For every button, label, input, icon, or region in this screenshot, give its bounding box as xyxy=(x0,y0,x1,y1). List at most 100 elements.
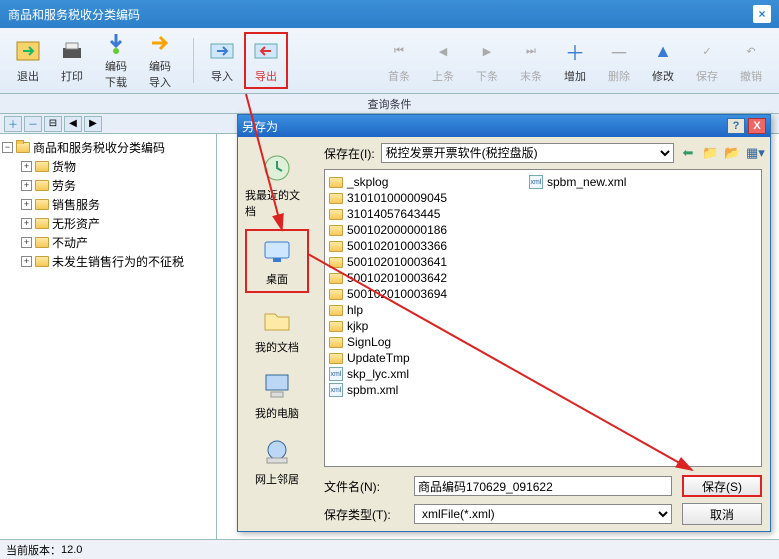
file-list[interactable]: _skplog310101000009045310140576434455001… xyxy=(324,169,762,467)
prev-record-button[interactable]: ◀上条 xyxy=(421,32,465,89)
edit-icon: ▲ xyxy=(649,37,677,65)
filetype-select[interactable]: xmlFile(*.xml) xyxy=(414,504,672,524)
tree-remove-button[interactable]: － xyxy=(24,116,42,132)
filename-label: 文件名(N): xyxy=(324,478,404,495)
tree-item[interactable]: +劳务 xyxy=(2,176,214,195)
version-value: 12.0 xyxy=(61,544,82,556)
dialog-help-button[interactable]: ? xyxy=(727,118,745,134)
tree-item[interactable]: +销售服务 xyxy=(2,195,214,214)
folder-icon xyxy=(329,177,343,188)
file-item[interactable]: xmlspbm.xml xyxy=(329,382,509,398)
code-import-icon xyxy=(146,31,174,55)
places-bar: 我最近的文档 桌面 我的文档 我的电脑 网上邻居 xyxy=(238,137,316,531)
import-button[interactable]: 导入 xyxy=(200,32,244,89)
download-icon xyxy=(102,31,130,55)
tree-next-button[interactable]: ▶ xyxy=(84,116,102,132)
save-in-label: 保存在(I): xyxy=(324,145,375,162)
tree-add-button[interactable]: ＋ xyxy=(4,116,22,132)
mydocs-icon xyxy=(260,303,294,337)
save-file-button[interactable]: 保存(S) xyxy=(682,475,762,497)
next-record-button[interactable]: ▶下条 xyxy=(465,32,509,89)
status-bar: 当前版本： 12.0 xyxy=(0,539,779,559)
file-item[interactable]: xmlskp_lyc.xml xyxy=(329,366,509,382)
up-icon[interactable]: 📁 xyxy=(702,145,718,161)
folder-icon xyxy=(329,241,343,252)
folder-icon xyxy=(35,161,49,172)
place-mypc[interactable]: 我的电脑 xyxy=(245,365,309,425)
place-mydocs[interactable]: 我的文档 xyxy=(245,299,309,359)
print-button[interactable]: 打印 xyxy=(50,32,94,89)
window-title: 商品和服务税收分类编码 xyxy=(8,6,140,23)
views-icon[interactable]: ▦▾ xyxy=(746,145,762,161)
folder-item[interactable]: hlp xyxy=(329,302,509,318)
exit-button[interactable]: 退出 xyxy=(6,32,50,89)
code-download-button[interactable]: 编码 下载 xyxy=(94,32,138,89)
folder-item[interactable]: UpdateTmp xyxy=(329,350,509,366)
folder-item[interactable]: _skplog xyxy=(329,174,509,190)
folder-icon xyxy=(329,305,343,316)
folder-item[interactable]: SignLog xyxy=(329,334,509,350)
tree-item[interactable]: +未发生销售行为的不征税 xyxy=(2,252,214,271)
cancel-button[interactable]: 取消 xyxy=(682,503,762,525)
filetype-label: 保存类型(T): xyxy=(324,506,404,523)
folder-item[interactable]: 310101000009045 xyxy=(329,190,509,206)
tree-root[interactable]: −商品和服务税收分类编码 xyxy=(2,138,214,157)
newfolder-icon[interactable]: 📂 xyxy=(724,145,740,161)
folder-icon xyxy=(35,237,49,248)
folder-icon xyxy=(35,256,49,267)
folder-icon xyxy=(16,142,30,153)
place-recent[interactable]: 我最近的文档 xyxy=(245,147,309,223)
folder-item[interactable]: 500102010003642 xyxy=(329,270,509,286)
folder-icon xyxy=(329,321,343,332)
place-network[interactable]: 网上邻居 xyxy=(245,431,309,491)
save-in-select[interactable]: 税控发票开票软件(税控盘版) xyxy=(381,143,674,163)
folder-icon xyxy=(329,225,343,236)
filename-input[interactable] xyxy=(414,476,672,496)
folder-icon xyxy=(329,289,343,300)
add-button[interactable]: ＋增加 xyxy=(553,32,597,89)
folder-icon xyxy=(329,273,343,284)
recent-icon xyxy=(260,151,294,185)
export-button[interactable]: 导出 xyxy=(244,32,288,89)
tree-item[interactable]: +无形资产 xyxy=(2,214,214,233)
undo-icon: ↶ xyxy=(737,37,765,65)
xml-file-icon: xml xyxy=(329,367,343,381)
folder-item[interactable]: 31014057643445 xyxy=(329,206,509,222)
exit-icon xyxy=(14,37,42,65)
query-bar: 查询条件 xyxy=(0,94,779,114)
folder-icon xyxy=(35,180,49,191)
export-icon xyxy=(252,37,280,65)
tree-item[interactable]: +不动产 xyxy=(2,233,214,252)
tree-collapse-button[interactable]: ⊟ xyxy=(44,116,62,132)
next-icon: ▶ xyxy=(473,37,501,65)
folder-item[interactable]: 500102010003694 xyxy=(329,286,509,302)
last-icon: ⏭ xyxy=(517,37,545,65)
edit-button[interactable]: ▲修改 xyxy=(641,32,685,89)
folder-item[interactable]: 500102000000186 xyxy=(329,222,509,238)
file-item[interactable]: xmlspbm_new.xml xyxy=(529,174,709,190)
place-desktop[interactable]: 桌面 xyxy=(245,229,309,293)
window-close-button[interactable]: × xyxy=(753,5,771,23)
xml-file-icon: xml xyxy=(529,175,543,189)
tree-prev-button[interactable]: ◀ xyxy=(64,116,82,132)
first-record-button[interactable]: ⏮首条 xyxy=(377,32,421,89)
import-icon xyxy=(208,37,236,65)
folder-item[interactable]: kjkp xyxy=(329,318,509,334)
minus-icon: － xyxy=(605,37,633,65)
save-button[interactable]: ✓保存 xyxy=(685,32,729,89)
main-toolbar: 退出 打印 编码 下载 编码 导入 导入 导出 ⏮首条 ◀上条 ▶下条 ⏭末条 … xyxy=(0,28,779,94)
folder-item[interactable]: 500102010003641 xyxy=(329,254,509,270)
dialog-close-button[interactable]: X xyxy=(748,118,766,134)
category-tree[interactable]: −商品和服务税收分类编码 +货物+劳务+销售服务+无形资产+不动产+未发生销售行… xyxy=(0,134,217,544)
last-record-button[interactable]: ⏭末条 xyxy=(509,32,553,89)
tree-item[interactable]: +货物 xyxy=(2,157,214,176)
folder-icon xyxy=(35,218,49,229)
version-label: 当前版本： xyxy=(6,542,61,558)
computer-icon xyxy=(260,369,294,403)
folder-item[interactable]: 500102010003366 xyxy=(329,238,509,254)
folder-icon xyxy=(329,209,343,220)
code-import-button[interactable]: 编码 导入 xyxy=(138,32,182,89)
delete-button[interactable]: －删除 xyxy=(597,32,641,89)
back-icon[interactable]: ⬅ xyxy=(680,145,696,161)
undo-button[interactable]: ↶撤销 xyxy=(729,32,773,89)
